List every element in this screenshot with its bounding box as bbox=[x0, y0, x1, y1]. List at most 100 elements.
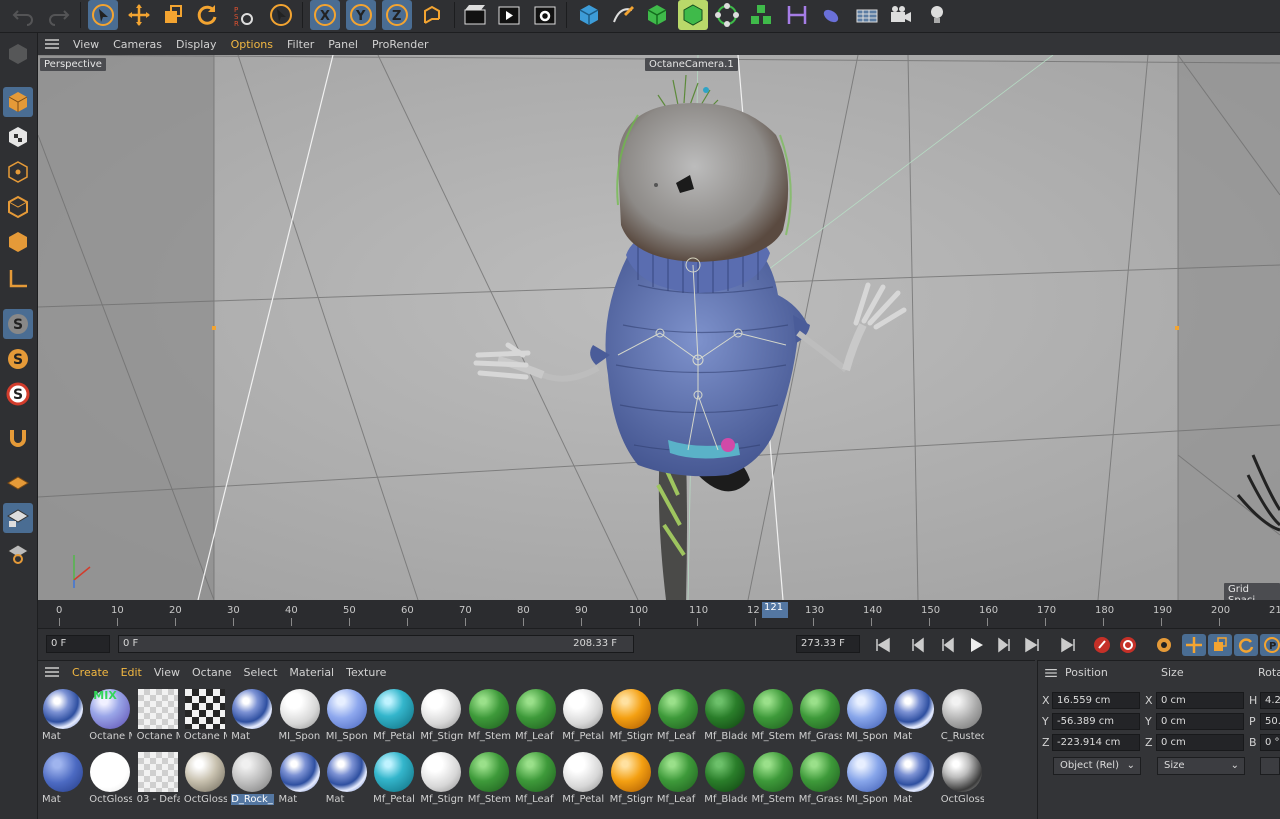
size-x-field[interactable]: 0 cm bbox=[1156, 692, 1244, 709]
material-item[interactable]: Mat bbox=[40, 687, 87, 749]
deformer-icon[interactable] bbox=[782, 0, 812, 30]
start-frame-field[interactable]: 0 F bbox=[46, 635, 110, 653]
next-frame-icon[interactable] bbox=[992, 634, 1016, 656]
last-tool-icon[interactable] bbox=[266, 0, 296, 30]
move-icon[interactable] bbox=[124, 0, 154, 30]
material-item[interactable]: MI_Spon bbox=[844, 750, 891, 812]
viewport-menu-prorender[interactable]: ProRender bbox=[365, 38, 436, 51]
material-item[interactable]: OctGloss bbox=[87, 750, 134, 812]
material-item[interactable]: Mf_Grass bbox=[797, 687, 844, 749]
key-position-icon[interactable] bbox=[1182, 634, 1206, 656]
material-menu-texture[interactable]: Texture bbox=[340, 666, 392, 679]
material-item[interactable]: Mat bbox=[277, 750, 324, 812]
axis-mode-icon[interactable] bbox=[3, 264, 33, 294]
key-parameter-icon[interactable]: P bbox=[1260, 634, 1280, 656]
rotation-h-field[interactable]: 4.22 bbox=[1260, 692, 1280, 709]
material-item[interactable]: Mf_Stem bbox=[750, 687, 797, 749]
material-menu-select[interactable]: Select bbox=[237, 666, 283, 679]
material-item[interactable]: Mf_Petal bbox=[371, 687, 418, 749]
material-item[interactable]: MI_Spon bbox=[844, 687, 891, 749]
material-item[interactable]: Mf_Grass bbox=[797, 750, 844, 812]
edges-mode-icon[interactable] bbox=[3, 192, 33, 222]
undo-icon[interactable] bbox=[8, 0, 38, 30]
render-view-icon[interactable] bbox=[460, 0, 490, 30]
material-item[interactable]: MI_Spon bbox=[324, 687, 371, 749]
texture-mode-icon[interactable] bbox=[3, 122, 33, 152]
render-to-picture-viewer-icon[interactable] bbox=[494, 0, 524, 30]
material-item[interactable]: Mat bbox=[891, 750, 938, 812]
apply-button[interactable] bbox=[1260, 757, 1280, 775]
material-item[interactable]: Mat bbox=[229, 687, 276, 749]
position-z-field[interactable]: -223.914 cm bbox=[1052, 734, 1140, 751]
preview-range-slider[interactable]: 0 F 208.33 F bbox=[118, 635, 634, 653]
redo-icon[interactable] bbox=[44, 0, 74, 30]
material-item[interactable]: MIX Octane M bbox=[87, 687, 134, 749]
timeline-ruler[interactable]: 0 10 20 30 40 50 60 70 80 90 100 110 12 … bbox=[38, 600, 1280, 628]
material-menu-create[interactable]: Create bbox=[66, 666, 115, 679]
subdivision-surface-icon[interactable] bbox=[642, 0, 672, 30]
key-rotation-icon[interactable] bbox=[1234, 634, 1258, 656]
autokey-icon[interactable] bbox=[1116, 634, 1140, 656]
size-mode-select[interactable]: Size ⌄ bbox=[1157, 757, 1245, 775]
material-menu-octane[interactable]: Octane bbox=[186, 666, 238, 679]
hamburger-icon[interactable] bbox=[44, 38, 60, 50]
rotate-icon[interactable] bbox=[192, 0, 222, 30]
material-item[interactable]: Mf_Leaf bbox=[655, 750, 702, 812]
make-editable-icon[interactable] bbox=[3, 39, 33, 69]
x-axis-lock-icon[interactable]: X bbox=[310, 0, 340, 30]
material-item[interactable]: Octane M bbox=[182, 687, 229, 749]
record-icon[interactable] bbox=[1090, 634, 1114, 656]
material-item[interactable]: Mf_Blade bbox=[702, 750, 749, 812]
magnet-icon[interactable] bbox=[3, 423, 33, 453]
y-axis-lock-icon[interactable]: Y bbox=[346, 0, 376, 30]
psr-icon[interactable]: PSR bbox=[228, 0, 258, 30]
viewport-menu-filter[interactable]: Filter bbox=[280, 38, 321, 51]
z-axis-lock-icon[interactable]: Z bbox=[382, 0, 412, 30]
cloner-icon[interactable] bbox=[678, 0, 708, 30]
material-item[interactable]: Mf_Stigm bbox=[608, 687, 655, 749]
scene-object-icon[interactable] bbox=[816, 0, 846, 30]
perspective-viewport[interactable]: Perspective OctaneCamera.1 Grid Spaci bbox=[38, 55, 1280, 600]
viewport-menu-view[interactable]: View bbox=[66, 38, 106, 51]
material-item[interactable]: Mat bbox=[40, 750, 87, 812]
keyframe-selection-icon[interactable] bbox=[1152, 634, 1176, 656]
material-item[interactable]: Mf_Stem bbox=[466, 750, 513, 812]
material-item[interactable]: Mf_Stem bbox=[466, 687, 513, 749]
viewport-menu-options[interactable]: Options bbox=[224, 38, 280, 51]
array-icon[interactable] bbox=[746, 0, 776, 30]
light-icon[interactable] bbox=[922, 0, 952, 30]
polygons-mode-icon[interactable] bbox=[3, 227, 33, 257]
go-to-end-icon[interactable] bbox=[1056, 634, 1080, 656]
points-mode-icon[interactable] bbox=[3, 157, 33, 187]
material-item[interactable]: Mf_Blade bbox=[702, 687, 749, 749]
model-mode-icon[interactable] bbox=[3, 87, 33, 117]
material-item[interactable]: Octane M bbox=[135, 687, 182, 749]
material-item[interactable]: OctGloss bbox=[182, 750, 229, 812]
material-item[interactable]: Mf_Stigm bbox=[608, 750, 655, 812]
size-z-field[interactable]: 0 cm bbox=[1156, 734, 1244, 751]
position-y-field[interactable]: -56.389 cm bbox=[1052, 713, 1140, 730]
material-item[interactable]: C_Rusted bbox=[939, 687, 986, 749]
viewport-menu-display[interactable]: Display bbox=[169, 38, 224, 51]
material-item[interactable]: Mf_Petal bbox=[560, 750, 607, 812]
material-item[interactable]: Mf_Leaf bbox=[655, 687, 702, 749]
scale-icon[interactable] bbox=[158, 0, 188, 30]
workplane-snap-icon[interactable]: S bbox=[3, 379, 33, 409]
play-icon[interactable] bbox=[964, 634, 988, 656]
material-item[interactable]: Mf_Stem bbox=[750, 750, 797, 812]
rotation-p-field[interactable]: 50.2 bbox=[1260, 713, 1280, 730]
camera-label[interactable]: OctaneCamera.1 bbox=[645, 58, 738, 71]
snapping-icon[interactable]: S bbox=[3, 309, 33, 339]
material-item[interactable]: Mf_Leaf bbox=[513, 687, 560, 749]
material-item[interactable]: MI_Spon bbox=[277, 687, 324, 749]
mograph-icon[interactable] bbox=[712, 0, 742, 30]
size-y-field[interactable]: 0 cm bbox=[1156, 713, 1244, 730]
material-item[interactable]: Mf_Petal bbox=[371, 750, 418, 812]
hamburger-icon[interactable] bbox=[1044, 668, 1058, 678]
material-menu-material[interactable]: Material bbox=[283, 666, 340, 679]
material-item[interactable]: OctGloss bbox=[939, 750, 986, 812]
material-menu-edit[interactable]: Edit bbox=[115, 666, 148, 679]
viewport-menu-cameras[interactable]: Cameras bbox=[106, 38, 169, 51]
rotation-b-field[interactable]: 0 ° bbox=[1260, 734, 1280, 751]
timeline-playhead[interactable]: 121 bbox=[762, 602, 788, 618]
